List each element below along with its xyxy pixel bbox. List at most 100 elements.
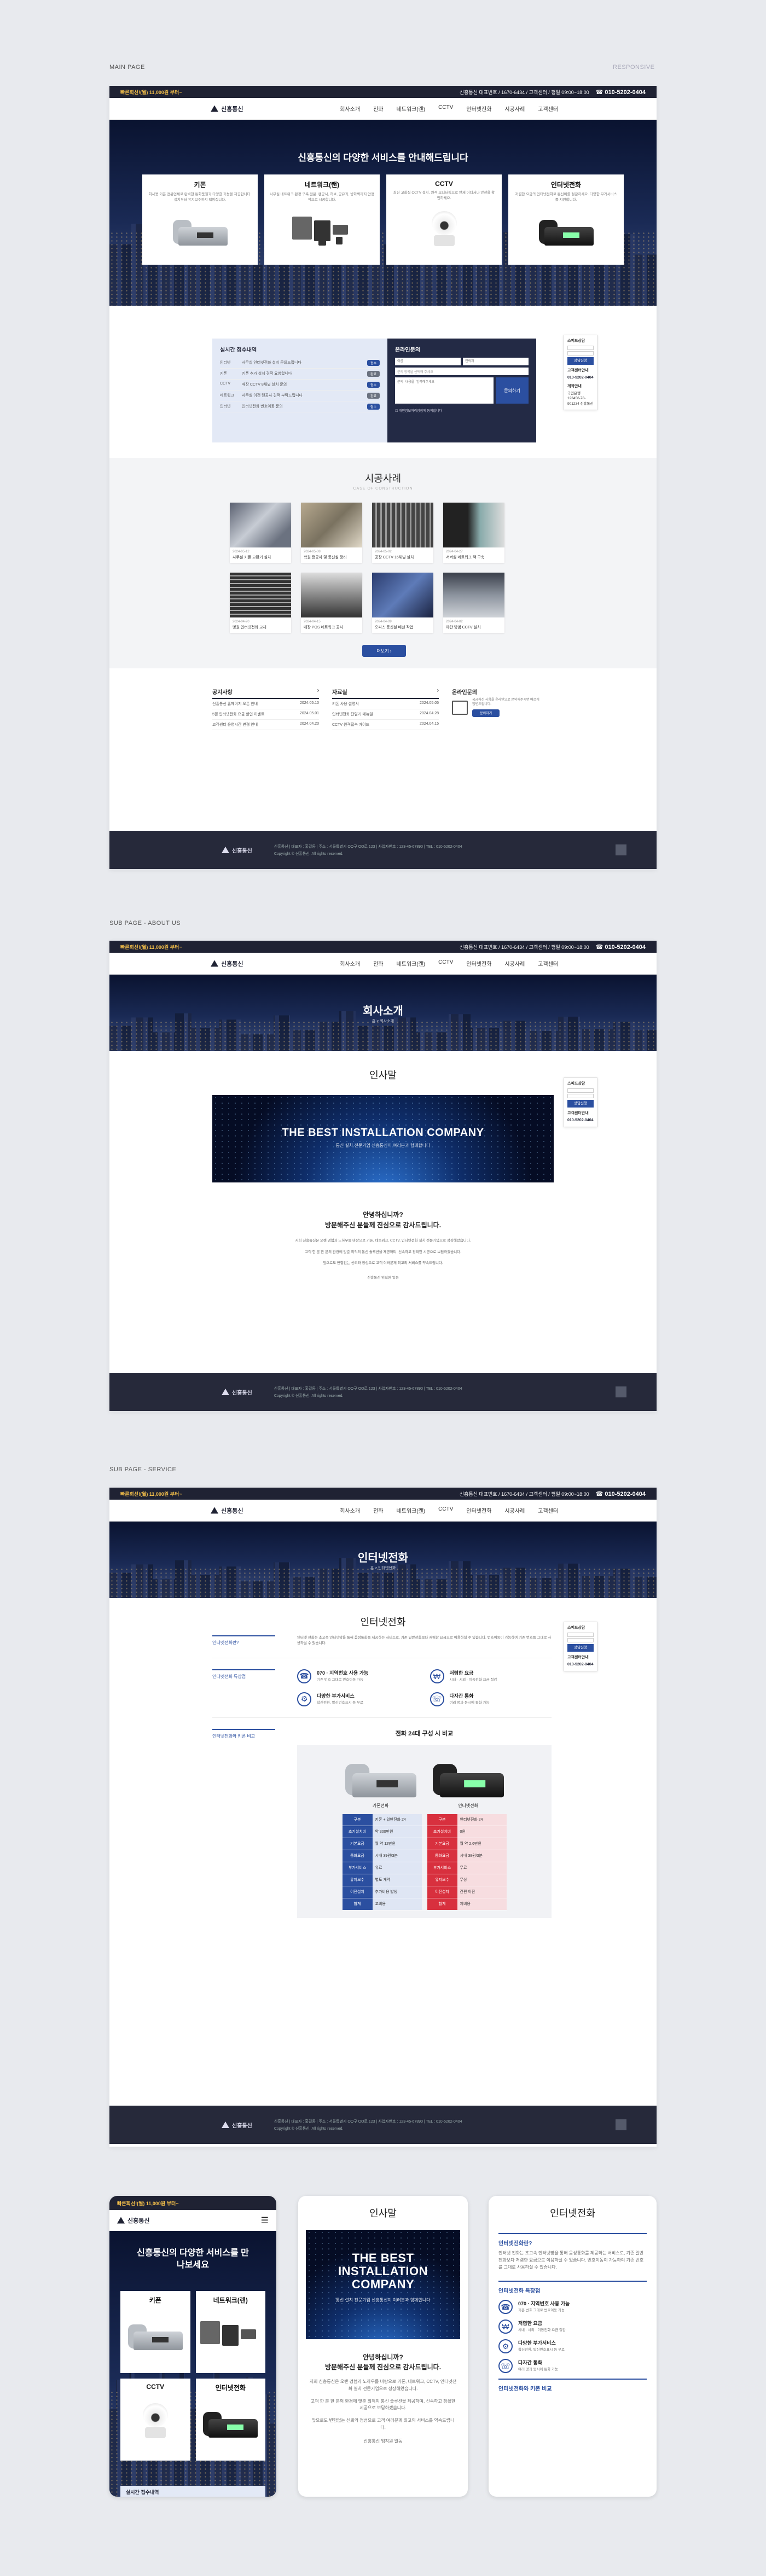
menu-item[interactable]: CCTV — [438, 1506, 453, 1514]
data-row[interactable]: CCTV 원격접속 가이드 2024.04.15 — [332, 720, 439, 730]
about-paragraph: 고객 한 분 한 분의 환경에 맞춘 최적의 통신 솔루션을 제공하며, 신속하… — [304, 1250, 462, 1254]
quick-submit-button[interactable]: 상담신청 — [567, 1644, 594, 1652]
category-select[interactable]: 문의 항목을 선택해 주세요 — [395, 368, 529, 375]
notice-row[interactable]: 고객센터 운영시간 변경 안내 2024.04.20 — [212, 720, 319, 730]
quick-submit-button[interactable]: 상담신청 — [567, 357, 594, 365]
menu-item[interactable]: CCTV — [438, 104, 453, 113]
status-row[interactable]: CCTV 매장 CCTV 8채널 설치 문의 접수 — [220, 380, 380, 391]
menu-item[interactable]: 고객센터 — [538, 959, 558, 968]
case-card[interactable]: 2024-04-02 야간 방범 CCTV 설치 — [443, 573, 504, 633]
about-paragraph: 앞으로도 변함없는 신뢰와 정성으로 고객 여러분께 최고의 서비스를 약속드립… — [323, 1261, 443, 1266]
menu-item[interactable]: 회사소개 — [340, 1506, 360, 1514]
quick-name-input[interactable] — [567, 346, 594, 351]
service-card[interactable]: CCTV — [120, 2379, 190, 2461]
top-bar: 빠른회선!(월) 11,000원 부터~ 신흥통신 대표번호 / 1670-64… — [109, 941, 657, 953]
cases-sub: CASE OF CONSTRUCTION — [353, 487, 413, 491]
mobile-logo[interactable]: 신흥통신 — [117, 2216, 149, 2225]
topbar-phone[interactable]: ☎ 010-5202-0404 — [596, 1490, 646, 1497]
status-row[interactable]: 인터넷 인터넷전화 번호이동 문의 접수 — [220, 401, 380, 412]
main-nav: 신흥통신 회사소개 전화 네트워크(랜) CCTV 인터넷전화 시공사례 고객센… — [109, 98, 657, 120]
service-card[interactable]: 인터넷전화 저렴한 요금의 인터넷전화로 통신비를 절감하세요. 다양한 부가서… — [508, 174, 624, 265]
service-card[interactable]: CCTV 최신 고화질 CCTV 설치, 원격 모니터링으로 언제 어디서나 안… — [386, 174, 502, 265]
service-card[interactable]: 키폰 — [120, 2291, 190, 2373]
mobile-promo[interactable]: 빠른회선!(월) 11,000원 부터~ — [109, 2196, 276, 2210]
case-card[interactable]: 2024-04-15 매장 POS 네트워크 공사 — [301, 573, 362, 633]
hamburger-icon[interactable]: ☰ — [261, 2215, 269, 2226]
more-button[interactable]: 더보기 › — [362, 645, 406, 657]
agree-checkbox[interactable]: ☐ 개인정보처리방침에 동의합니다 — [395, 408, 529, 413]
menu-item[interactable]: 전화 — [373, 959, 383, 968]
quick-phone-input[interactable] — [567, 1638, 594, 1643]
menu-item[interactable]: 네트워크(랜) — [396, 1506, 425, 1514]
status-title: 실시간 접수내역 — [220, 347, 257, 353]
service-card[interactable]: 네트워크(랜) 사무실 네트워크 환경 구축 전문. 랜공사, 허브, 공유기,… — [264, 174, 380, 265]
group-call-icon: ☏ — [430, 1692, 444, 1706]
scroll-top-button[interactable] — [616, 844, 626, 855]
phone-input[interactable] — [463, 358, 529, 365]
menu-item[interactable]: 전화 — [373, 104, 383, 113]
logo[interactable]: 신흥통신 — [211, 959, 243, 968]
notice-row[interactable]: 5월 인터넷전화 요금 할인 이벤트 2024.05.01 — [212, 709, 319, 720]
scroll-top-button[interactable] — [616, 2119, 626, 2130]
promo-text[interactable]: 빠른회선!(월) 11,000원 부터~ — [120, 1490, 182, 1497]
feature-label: 인터넷전화 특장점 — [212, 1674, 246, 1679]
menu-item[interactable]: 고객센터 — [538, 104, 558, 113]
data-row[interactable]: 키폰 사용 설명서 2024.05.05 — [332, 699, 439, 709]
service-card[interactable]: 키폰 회사용 키폰 전문업체로 완벽한 통화품질과 다양한 기능을 제공합니다.… — [142, 174, 258, 265]
promo-text[interactable]: 빠른회선!(월) 11,000원 부터~ — [120, 943, 182, 951]
data-row[interactable]: 인터넷전화 단말기 매뉴얼 2024.04.28 — [332, 709, 439, 720]
message-textarea[interactable] — [395, 377, 494, 404]
scroll-top-button[interactable] — [616, 1386, 626, 1397]
service-cards: 키폰 회사용 키폰 전문업체로 완벽한 통화품질과 다양한 기능을 제공합니다.… — [142, 174, 624, 265]
mobile-section-title: 인사말 — [369, 2208, 397, 2219]
menu-item[interactable]: 전화 — [373, 1506, 383, 1514]
menu-item[interactable]: 회사소개 — [340, 959, 360, 968]
quick-name-input[interactable] — [567, 1088, 594, 1093]
menu-item[interactable]: 네트워크(랜) — [396, 104, 425, 113]
case-card[interactable]: 2024-05-02 공장 CCTV 16채널 설치 — [372, 503, 433, 563]
service-title: 네트워크(랜) — [304, 181, 340, 189]
status-row[interactable]: 인터넷 사무실 인터넷전화 설치 문의드립니다 접수 — [220, 358, 380, 369]
logo[interactable]: 신흥통신 — [211, 1506, 243, 1515]
promo-text[interactable]: 빠른회선!(월) 11,000원 부터~ — [120, 89, 182, 96]
menu-item[interactable]: 인터넷전화 — [466, 959, 491, 968]
service-card[interactable]: 네트워크(랜) — [195, 2291, 265, 2373]
notice-more-icon[interactable]: › — [317, 687, 319, 696]
logo[interactable]: 신흥통신 — [211, 104, 243, 113]
status-row[interactable]: 키폰 키폰 추가 설치 견적 요청합니다 완료 — [220, 369, 380, 380]
menu-item[interactable]: 시공사례 — [504, 959, 525, 968]
label-sub-service: SUB PAGE - SERVICE — [109, 1466, 177, 1473]
menu-item[interactable]: 시공사례 — [504, 1506, 525, 1514]
data-more-icon[interactable]: › — [437, 687, 439, 696]
menu-item[interactable]: 시공사례 — [504, 104, 525, 113]
quick-phone-input[interactable] — [567, 351, 594, 356]
topbar-phone[interactable]: ☎ 010-5202-0404 — [596, 89, 646, 96]
menu-item[interactable]: CCTV — [438, 959, 453, 968]
case-card[interactable]: 2024-04-20 병원 인터넷전화 교체 — [230, 573, 291, 633]
notice-row[interactable]: 신흥통신 홈페이지 오픈 안내 2024.05.10 — [212, 699, 319, 709]
service-card[interactable]: 인터넷전화 — [195, 2379, 265, 2461]
keyphone-image — [345, 1758, 416, 1798]
menu-item[interactable]: 인터넷전화 — [466, 1506, 491, 1514]
status-row[interactable]: 네트워크 사무실 이전 랜공사 견적 부탁드립니다 완료 — [220, 391, 380, 401]
submit-button[interactable]: 문의하기 — [496, 377, 529, 404]
case-card[interactable]: 2024-05-12 사무실 키폰 교환기 설치 — [230, 503, 291, 563]
quick-name-input[interactable] — [567, 1633, 594, 1637]
quick-phone-input[interactable] — [567, 1094, 594, 1099]
mobile-status-title: 실시간 접수내역 — [120, 2486, 265, 2497]
case-card[interactable]: 2024-04-27 서버실 네트워크 랙 구축 — [443, 503, 504, 563]
menu-item[interactable]: 네트워크(랜) — [396, 959, 425, 968]
case-card[interactable]: 2024-04-09 오피스 통신실 배선 작업 — [372, 573, 433, 633]
name-input[interactable] — [395, 358, 461, 365]
menu-item[interactable]: 고객센터 — [538, 1506, 558, 1514]
quick-submit-button[interactable]: 상담신청 — [567, 1100, 594, 1108]
menu-item[interactable]: 인터넷전화 — [466, 104, 491, 113]
cost-icon: ₩ — [430, 1669, 444, 1683]
online-inquiry-button[interactable]: 문의하기 — [472, 709, 500, 717]
topbar-phone[interactable]: ☎ 010-5202-0404 — [596, 943, 646, 951]
ip-phone-image — [538, 215, 594, 246]
phone-number-icon: ☎ — [498, 2300, 513, 2315]
mobile-compare-label: 인터넷전화와 키폰 비교 — [498, 2386, 552, 2393]
menu-item[interactable]: 회사소개 — [340, 104, 360, 113]
case-card[interactable]: 2024-05-08 학원 랜공사 및 통신실 정리 — [301, 503, 362, 563]
